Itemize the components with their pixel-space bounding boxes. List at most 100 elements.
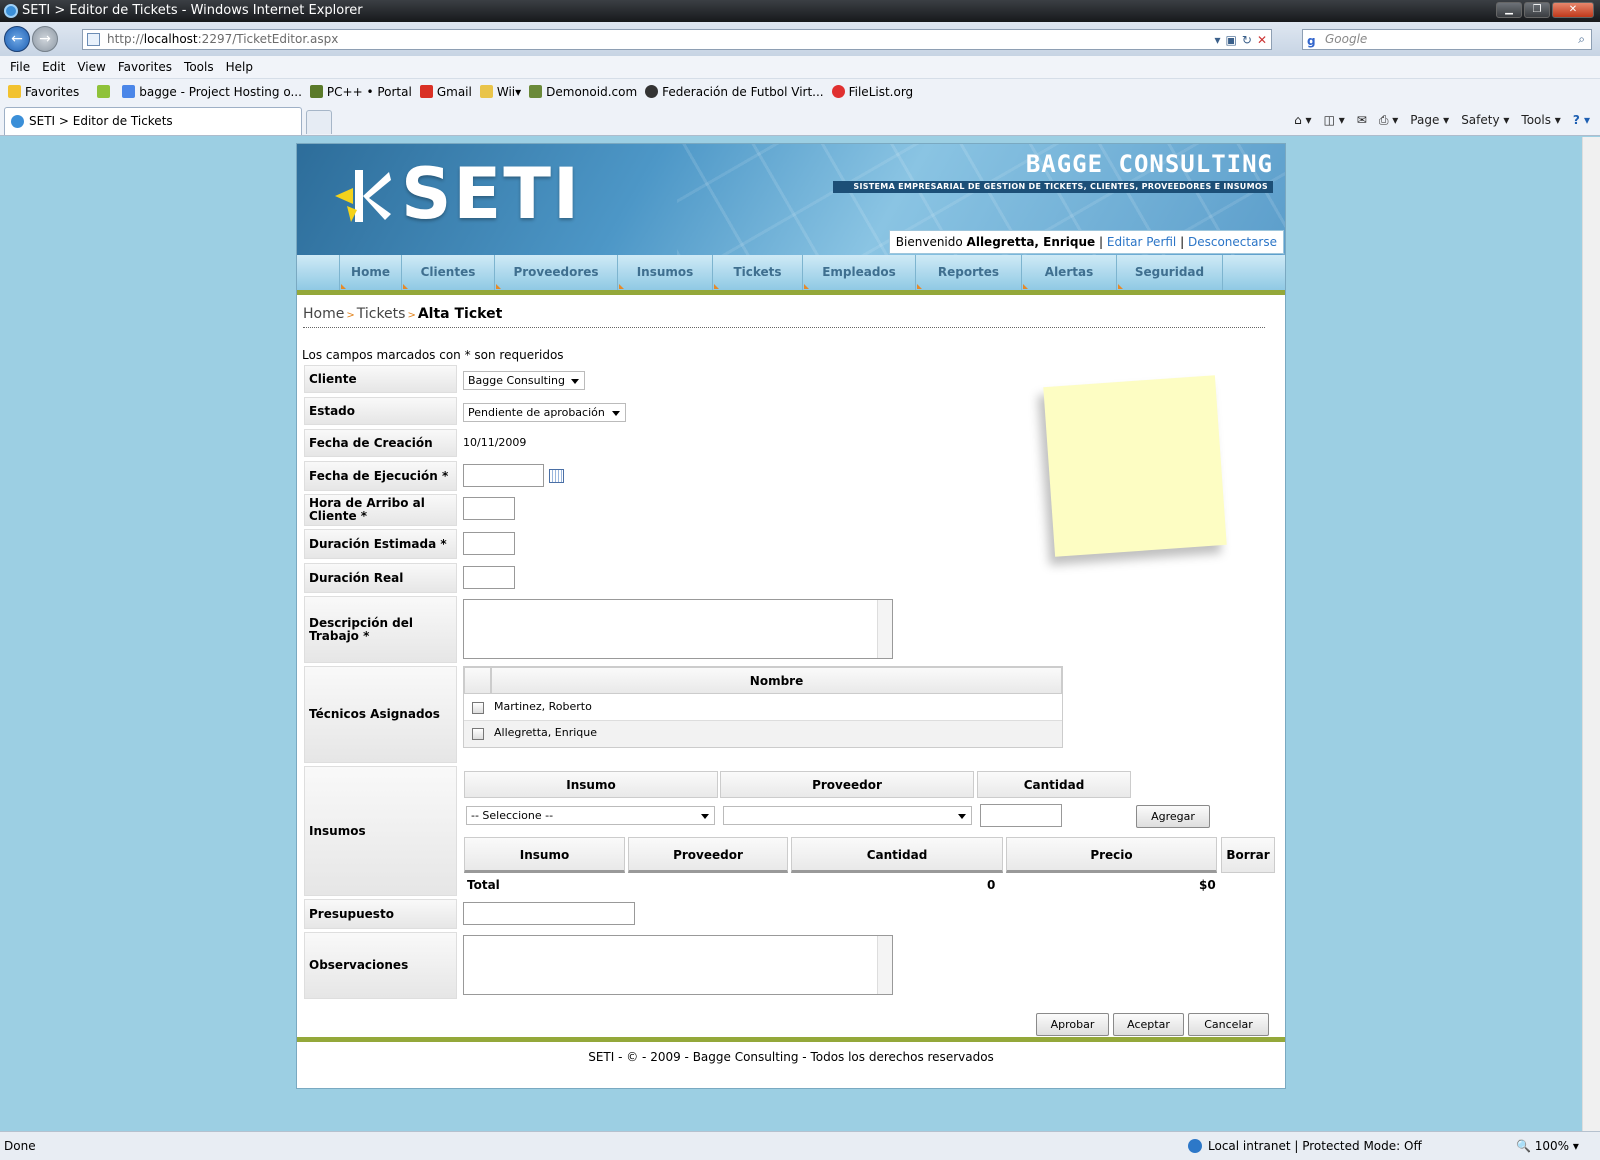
insumos-add-header-proveedor: Proveedor (720, 771, 974, 798)
search-input[interactable]: g Google ⌕ (1302, 29, 1592, 50)
home-icon[interactable]: ⌂ ▾ (1294, 110, 1311, 130)
insumo-select[interactable]: -- Seleccione -- (466, 806, 715, 825)
fav-link-pcpp[interactable]: PC++ • Portal (309, 85, 412, 99)
help-icon[interactable]: ? ▾ (1573, 110, 1590, 130)
brand-name: BAGGE CONSULTING (1025, 150, 1273, 178)
edit-profile-link[interactable]: Editar Perfil (1107, 235, 1176, 249)
add-favorite-icon[interactable] (97, 85, 114, 98)
status-bar: Done Local intranet | Protected Mode: Of… (0, 1131, 1600, 1160)
menu-tools[interactable]: Tools (178, 56, 220, 78)
tecnico-checkbox[interactable] (472, 728, 484, 740)
label-descripcion: Descripción del Trabajo * (304, 596, 457, 663)
tab-bar: SETI > Editor de Tickets ⌂ ▾ ◫ ▾ ✉ ⎙ ▾ P… (0, 104, 1600, 136)
dropdown-arrow-icon[interactable]: ▾ (1215, 31, 1221, 50)
total-label: Total (467, 878, 500, 892)
label-hora-arribo: Hora de Arribo al Cliente * (304, 494, 457, 526)
label-observaciones: Observaciones (304, 932, 457, 999)
total-precio: $0 (1199, 878, 1216, 892)
breadcrumb-tickets[interactable]: Tickets (357, 306, 406, 322)
nav-insumos[interactable]: Insumos (617, 255, 712, 290)
hora-arribo-input[interactable] (463, 497, 515, 520)
print-icon[interactable]: ⎙ ▾ (1379, 110, 1398, 130)
duracion-real-input[interactable] (463, 566, 515, 589)
nav-clientes[interactable]: Clientes (401, 255, 494, 290)
fav-link-bagge[interactable]: bagge - Project Hosting o... (122, 85, 302, 99)
cancelar-button[interactable]: Cancelar (1188, 1013, 1269, 1036)
page-menu[interactable]: Page ▾ (1410, 110, 1449, 130)
fav-folder-wii[interactable]: Wii ▾ (479, 85, 521, 99)
page-footer: SETI - © - 2009 - Bagge Consulting - Tod… (297, 1037, 1285, 1089)
tab-seti[interactable]: SETI > Editor de Tickets (4, 107, 302, 135)
address-bar-area: ← → http://localhost:2297/TicketEditor.a… (0, 22, 1600, 56)
window-titlebar: SETI > Editor de Tickets - Windows Inter… (0, 0, 1600, 22)
stop-icon[interactable]: ✕ (1257, 31, 1267, 50)
address-input[interactable]: http://localhost:2297/TicketEditor.aspx … (82, 29, 1272, 50)
aceptar-button[interactable]: Aceptar (1113, 1013, 1184, 1036)
fav-link-demonoid[interactable]: Demonoid.com (529, 85, 637, 99)
fav-link-filelist[interactable]: FileList.org (831, 85, 913, 99)
brand-subtitle: SISTEMA EMPRESARIAL DE GESTION DE TICKET… (833, 181, 1273, 193)
minimize-button[interactable]: ▁ (1496, 2, 1522, 18)
table-row: Martinez, Roberto (464, 694, 1062, 721)
calendar-icon[interactable] (549, 469, 564, 483)
estado-select[interactable]: Pendiente de aprobación (463, 403, 626, 422)
window-title: SETI > Editor de Tickets - Windows Inter… (22, 3, 363, 18)
nav-proveedores[interactable]: Proveedores (494, 255, 617, 290)
tools-menu[interactable]: Tools ▾ (1521, 110, 1560, 130)
maximize-button[interactable]: ❐ (1524, 2, 1550, 18)
forward-button[interactable]: → (32, 26, 58, 52)
fecha-ejecucion-input[interactable] (463, 464, 544, 487)
safety-menu[interactable]: Safety ▾ (1461, 110, 1509, 130)
cantidad-input[interactable] (980, 804, 1062, 827)
menu-view[interactable]: View (71, 56, 111, 78)
sticky-note[interactable] (1043, 375, 1227, 557)
breadcrumb-home[interactable]: Home (303, 306, 344, 322)
menu-edit[interactable]: Edit (36, 56, 71, 78)
address-controls: ▾ ▣ ↻ ✕ (1215, 31, 1268, 50)
zoom-control[interactable]: 🔍 100% ▾ (1516, 1132, 1579, 1160)
menu-file[interactable]: File (4, 56, 36, 78)
user-name: Allegretta, Enrique (966, 235, 1096, 249)
google-code-icon (122, 85, 136, 98)
back-button[interactable]: ← (4, 26, 30, 52)
favorites-button[interactable]: Favorites (8, 85, 79, 99)
duracion-estimada-input[interactable] (463, 532, 515, 555)
fav-link-federacion[interactable]: Federación de Futbol Virt... (645, 85, 824, 99)
nav-seguridad[interactable]: Seguridad (1116, 255, 1223, 290)
logout-link[interactable]: Desconectarse (1188, 235, 1277, 249)
fav-link-gmail[interactable]: Gmail (419, 85, 472, 99)
menu-help[interactable]: Help (220, 56, 259, 78)
label-duracion-real: Duración Real (304, 563, 457, 593)
favorites-bar: Favorites bagge - Project Hosting o... P… (0, 78, 1600, 104)
welcome-box: Bienvenido Allegretta, Enrique | Editar … (888, 230, 1284, 254)
compatibility-icon[interactable]: ▣ (1226, 31, 1237, 50)
new-tab-button[interactable] (306, 110, 332, 134)
menu-favorites[interactable]: Favorites (112, 56, 178, 78)
feeds-icon[interactable]: ◫ ▾ (1324, 110, 1345, 130)
nav-alertas[interactable]: Alertas (1021, 255, 1116, 290)
nav-home[interactable]: Home (339, 255, 401, 290)
label-tecnicos: Técnicos Asignados (304, 666, 457, 763)
insumos-list-header-insumo: Insumo (464, 837, 625, 873)
agregar-button[interactable]: Agregar (1136, 805, 1210, 828)
cliente-select[interactable]: Bagge Consulting (463, 371, 585, 390)
refresh-icon[interactable]: ↻ (1242, 31, 1252, 50)
site-logo[interactable]: SETI (401, 156, 581, 232)
close-window-button[interactable]: ✕ (1552, 2, 1594, 18)
descripcion-textarea[interactable] (463, 599, 893, 659)
label-fecha-ejecucion: Fecha de Ejecución * (304, 461, 457, 491)
label-duracion-estimada: Duración Estimada * (304, 529, 457, 559)
search-icon[interactable]: ⌕ (1578, 30, 1585, 49)
window-controls: ▁ ❐ ✕ (1496, 2, 1594, 18)
nav-reportes[interactable]: Reportes (915, 255, 1021, 290)
mail-icon[interactable]: ✉ (1357, 110, 1367, 130)
nav-tickets[interactable]: Tickets (712, 255, 802, 290)
proveedor-select[interactable] (723, 806, 972, 825)
tecnico-checkbox[interactable] (472, 702, 484, 714)
aprobar-button[interactable]: Aprobar (1036, 1013, 1109, 1036)
vertical-scrollbar[interactable] (1582, 137, 1600, 1131)
nav-empleados[interactable]: Empleados (802, 255, 915, 290)
observaciones-textarea[interactable] (463, 935, 893, 995)
page-container: SETI BAGGE CONSULTING SISTEMA EMPRESARIA… (296, 143, 1286, 1089)
presupuesto-input[interactable] (463, 902, 635, 925)
